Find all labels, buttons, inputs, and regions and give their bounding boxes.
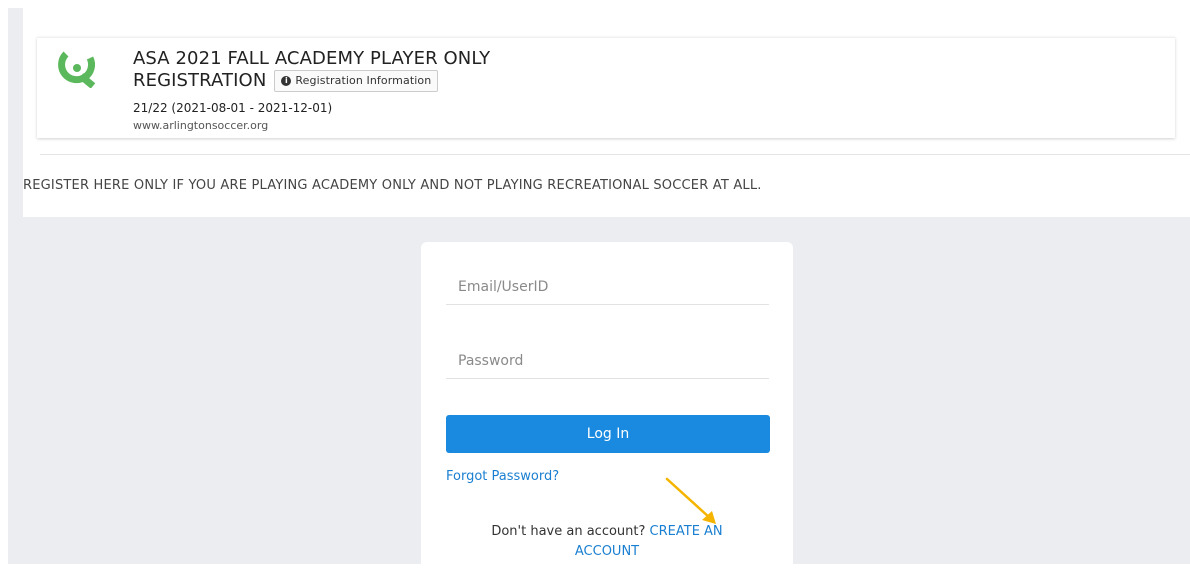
login-card: Log In Forgot Password? Don't have an ac…	[421, 242, 793, 572]
event-header-panel: ASA 2021 FALL ACADEMY PLAYER ONLY REGIST…	[23, 8, 1190, 217]
season-dates: 21/22 (2021-08-01 - 2021-12-01)	[133, 101, 333, 115]
registration-info-button[interactable]: i Registration Information	[274, 70, 439, 92]
header-divider	[40, 154, 1190, 155]
signup-prompt: Don't have an account? CREATE AN ACCOUNT	[461, 522, 753, 562]
password-input[interactable]	[446, 343, 769, 379]
email-input[interactable]	[446, 269, 769, 305]
registration-notice: REGISTER HERE ONLY IF YOU ARE PLAYING AC…	[23, 178, 762, 193]
page-background: ASA 2021 FALL ACADEMY PLAYER ONLY REGIST…	[8, 8, 1190, 572]
login-button[interactable]: Log In	[446, 415, 770, 453]
club-logo-icon	[58, 51, 96, 88]
event-title-line2-row: REGISTRATION i Registration Information	[133, 70, 490, 92]
registration-info-label: Registration Information	[295, 74, 432, 87]
event-header-card: ASA 2021 FALL ACADEMY PLAYER ONLY REGIST…	[37, 37, 1175, 138]
arrow-pointer-icon	[665, 477, 716, 524]
event-title-line2: REGISTRATION	[133, 70, 267, 91]
club-website: www.arlingtonsoccer.org	[133, 119, 269, 132]
forgot-password-link[interactable]: Forgot Password?	[446, 469, 559, 484]
info-circle-icon: i	[281, 76, 292, 86]
event-title: ASA 2021 FALL ACADEMY PLAYER ONLY REGIST…	[133, 48, 490, 92]
event-title-line1: ASA 2021 FALL ACADEMY PLAYER ONLY	[133, 48, 491, 69]
no-account-text: Don't have an account?	[491, 524, 646, 539]
